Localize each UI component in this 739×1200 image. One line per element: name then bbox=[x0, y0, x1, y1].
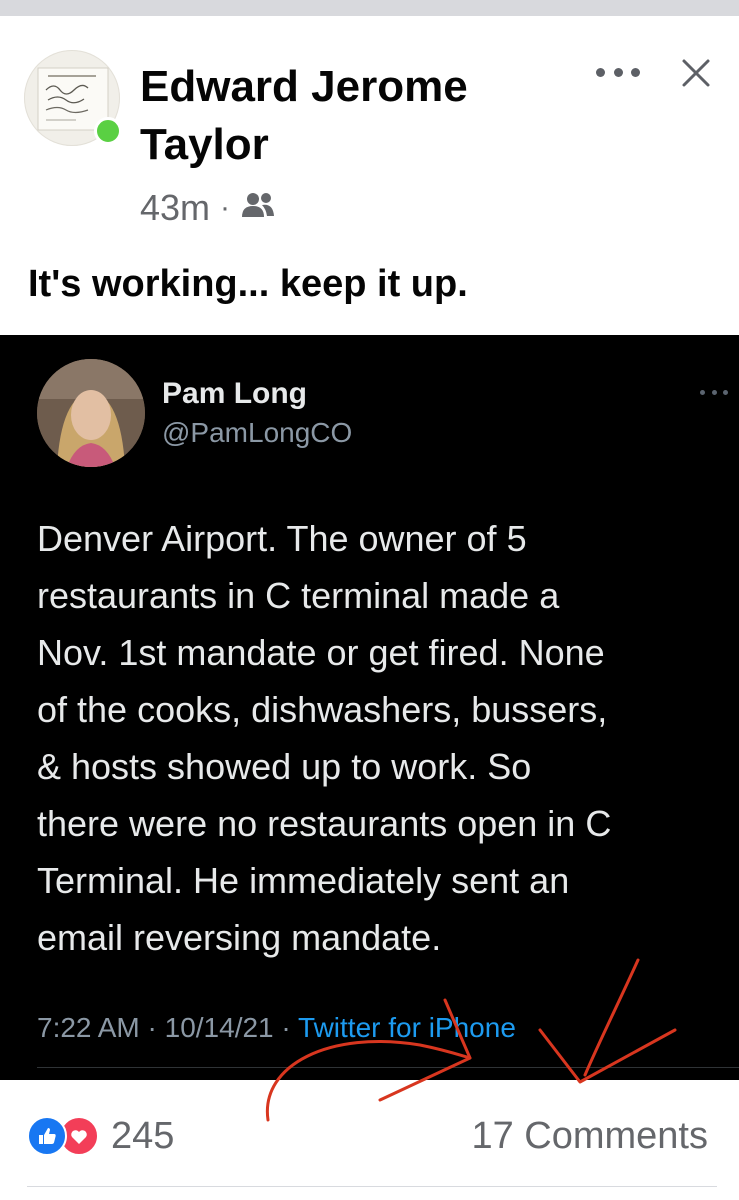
post-timestamp[interactable]: 43m bbox=[140, 187, 210, 229]
post-more-options-button[interactable] bbox=[596, 56, 640, 88]
tweet-more-icon bbox=[700, 387, 728, 397]
tweet-source: Twitter for iPhone bbox=[298, 1012, 516, 1043]
online-status-indicator bbox=[94, 117, 122, 145]
more-dot bbox=[700, 389, 705, 395]
tweet-date: 10/14/21 bbox=[164, 1012, 274, 1043]
more-dot bbox=[723, 389, 728, 395]
reactions-summary[interactable]: 245 bbox=[27, 1114, 175, 1157]
more-dot bbox=[631, 67, 640, 77]
reaction-count: 245 bbox=[111, 1114, 175, 1157]
tweet-separator: · bbox=[147, 1012, 157, 1043]
close-icon[interactable] bbox=[678, 55, 714, 91]
stats-bottom-divider bbox=[27, 1186, 717, 1187]
tweet-time: 7:22 AM bbox=[37, 1012, 140, 1043]
tweet-text: Denver Airport. The owner of 5 restauran… bbox=[37, 518, 612, 958]
more-dot bbox=[613, 67, 623, 77]
post-author-name[interactable]: Edward Jerome Taylor bbox=[140, 58, 560, 174]
post-meta: 43m · bbox=[140, 186, 276, 230]
tweet-author-name: Pam Long bbox=[162, 377, 308, 410]
more-dot bbox=[596, 67, 605, 77]
comments-count-link[interactable]: 17 Comments bbox=[471, 1112, 708, 1160]
post-stats-bar: 245 17 Comments bbox=[0, 1080, 739, 1190]
tweet-divider bbox=[37, 1067, 739, 1068]
tweet-footer: 7:22 AM · 10/14/21 · Twitter for iPhone bbox=[37, 1010, 516, 1046]
post-text: It's working... keep it up. bbox=[28, 263, 468, 305]
tweet-author-avatar bbox=[37, 359, 145, 467]
tweet-author-photo bbox=[37, 359, 145, 467]
tweet-screenshot-image[interactable]: Pam Long @PamLongCO Denver Airport. The … bbox=[0, 335, 739, 1080]
friends-icon bbox=[240, 187, 276, 229]
top-divider-strip bbox=[0, 0, 739, 22]
meta-separator: · bbox=[220, 191, 231, 224]
tweet-author-handle: @PamLongCO bbox=[162, 417, 353, 448]
like-icon bbox=[27, 1116, 67, 1156]
tweet-separator: · bbox=[281, 1012, 291, 1043]
more-dot bbox=[711, 389, 717, 395]
